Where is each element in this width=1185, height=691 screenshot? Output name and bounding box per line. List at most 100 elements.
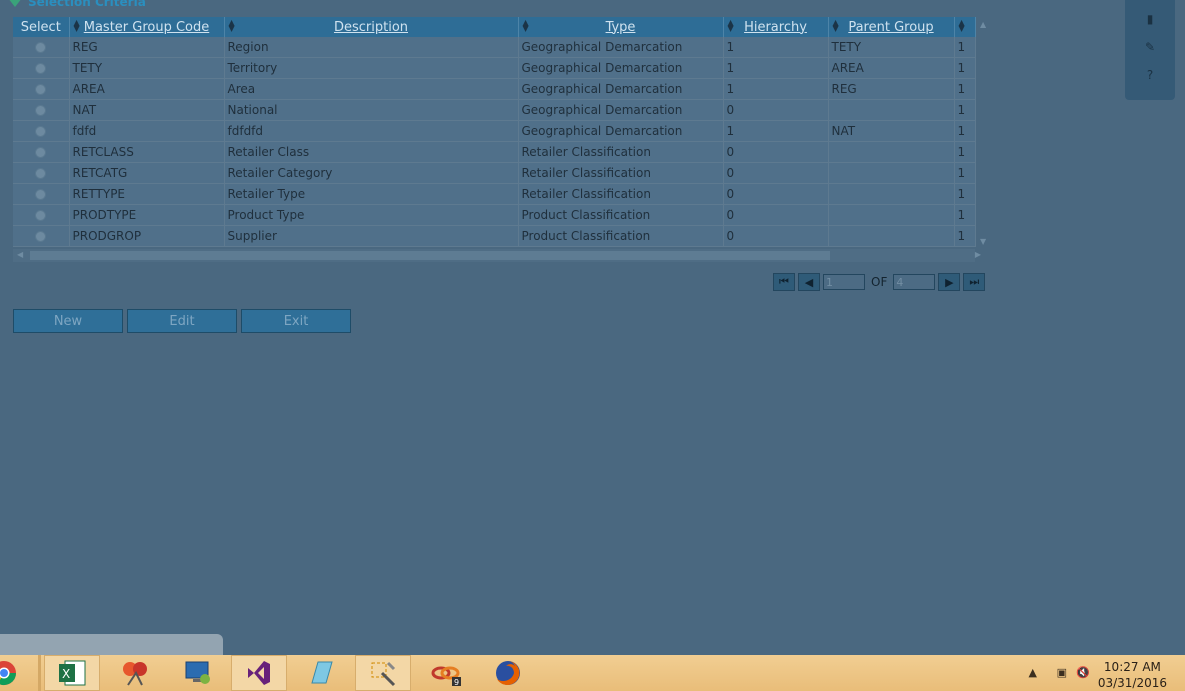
table-row[interactable]: TETY Territory Geographical Demarcation 1 AR… bbox=[13, 57, 976, 79]
row-radio-button[interactable] bbox=[35, 189, 47, 200]
paint-tool-icon[interactable] bbox=[355, 655, 411, 691]
taskbar-separator bbox=[38, 655, 41, 691]
sort-icon[interactable]: ▲ ▼ bbox=[229, 19, 235, 33]
sort-icon[interactable]: ▲ ▼ bbox=[833, 19, 839, 33]
sort-icon[interactable]: ▲ ▼ bbox=[959, 19, 965, 33]
column-header-type[interactable]: ▲ ▼ Type bbox=[518, 17, 724, 37]
cell-description: Territory bbox=[224, 57, 519, 79]
table-row[interactable]: RETCLASS Retailer Class Retailer Classific… bbox=[13, 141, 976, 163]
next-page-icon: ▶ bbox=[945, 275, 954, 289]
volume-muted-icon[interactable]: 🔇 bbox=[1076, 666, 1090, 679]
bookmark-icon[interactable]: ▮ bbox=[1144, 12, 1156, 26]
row-radio-button[interactable] bbox=[35, 63, 47, 74]
sort-icon[interactable]: ▲ ▼ bbox=[523, 19, 529, 33]
column-header-extra[interactable]: ▲ ▼ bbox=[954, 17, 976, 37]
scroll-down-icon[interactable]: ▼ bbox=[980, 237, 986, 246]
select-cell[interactable] bbox=[13, 57, 70, 79]
tray-expand-icon[interactable]: ▲ bbox=[1029, 666, 1037, 679]
exit-button[interactable]: Exit bbox=[241, 309, 351, 333]
table-row[interactable]: REG Region Geographical Demarcation 1 TETY 1 bbox=[13, 37, 976, 58]
cell-extra: 1 bbox=[954, 120, 976, 142]
page-input[interactable] bbox=[823, 274, 865, 290]
taskbar: X 9 ▲ ▣ 🔇 10:27 AM 03/31/2016 bbox=[0, 655, 1185, 691]
cell-parent-group bbox=[828, 225, 955, 247]
chrome-icon[interactable] bbox=[0, 655, 24, 691]
remote-desktop-icon[interactable] bbox=[170, 655, 226, 691]
next-page-button[interactable]: ▶ bbox=[938, 273, 961, 291]
row-radio-button[interactable] bbox=[35, 126, 47, 137]
cell-code: RETCLASS bbox=[69, 141, 225, 163]
new-button[interactable]: New bbox=[13, 309, 123, 333]
table-row[interactable]: fdfd fdfdfd Geographical Demarcation 1 NAT 1 bbox=[13, 120, 976, 142]
scrollbar-thumb[interactable] bbox=[30, 251, 830, 260]
table-row[interactable]: NAT National Geographical Demarcation 0 1 bbox=[13, 99, 976, 121]
row-radio-button[interactable] bbox=[35, 210, 47, 221]
row-radio-button[interactable] bbox=[35, 84, 47, 95]
select-cell[interactable] bbox=[13, 120, 70, 142]
table-row[interactable]: PRODTYPE Product Type Product Classificati… bbox=[13, 204, 976, 226]
cell-code: NAT bbox=[69, 99, 225, 121]
horizontal-scrollbar[interactable]: ◀ ▶ bbox=[13, 249, 981, 262]
table-row[interactable]: RETCATG Retailer Category Retailer Classif… bbox=[13, 162, 976, 184]
last-page-icon: ⏭ bbox=[969, 275, 980, 288]
help-icon[interactable]: ? bbox=[1144, 68, 1156, 82]
select-cell[interactable] bbox=[13, 78, 70, 100]
clock-date: 03/31/2016 bbox=[1097, 676, 1167, 690]
section-header[interactable]: Selection Criteria bbox=[8, 0, 146, 10]
master-group-grid: Select ▲ ▼ Master Group Code ▲ ▼ Description… bbox=[13, 17, 990, 263]
prev-page-button[interactable]: ◀ bbox=[798, 273, 820, 291]
section-title: Selection Criteria bbox=[28, 0, 146, 9]
sort-icon[interactable]: ▲ ▼ bbox=[74, 19, 80, 33]
cell-hierarchy: 0 bbox=[723, 204, 829, 226]
row-radio-button[interactable] bbox=[35, 147, 47, 158]
notepad-icon[interactable] bbox=[293, 655, 349, 691]
select-cell[interactable] bbox=[13, 183, 70, 205]
scroll-right-icon[interactable]: ▶ bbox=[975, 250, 981, 259]
edit-button[interactable]: Edit bbox=[127, 309, 237, 333]
scroll-left-icon[interactable]: ◀ bbox=[17, 250, 23, 259]
bottom-tab-strip[interactable] bbox=[0, 634, 223, 656]
firefox-icon[interactable] bbox=[480, 655, 536, 691]
cell-code: RETTYPE bbox=[69, 183, 225, 205]
visual-studio-icon[interactable] bbox=[231, 655, 287, 691]
row-radio-button[interactable] bbox=[35, 105, 47, 116]
row-radio-button[interactable] bbox=[35, 231, 47, 242]
cell-hierarchy: 1 bbox=[723, 78, 829, 100]
select-cell[interactable] bbox=[13, 141, 70, 163]
table-row[interactable]: PRODGROP Supplier Product Classification 0 1 bbox=[13, 225, 976, 247]
network-tool-icon[interactable]: 9 bbox=[418, 655, 474, 691]
cell-code: RETCATG bbox=[69, 162, 225, 184]
edit-note-icon[interactable]: ✎ bbox=[1144, 40, 1156, 54]
network-icon[interactable]: ▣ bbox=[1057, 666, 1067, 679]
scroll-up-icon[interactable]: ▲ bbox=[980, 20, 986, 29]
select-cell[interactable] bbox=[13, 162, 70, 184]
cell-type: Product Classification bbox=[518, 225, 724, 247]
select-cell[interactable] bbox=[13, 99, 70, 121]
column-header-description[interactable]: ▲ ▼ Description bbox=[224, 17, 519, 37]
table-row[interactable]: AREA Area Geographical Demarcation 1 REG 1 bbox=[13, 78, 976, 100]
cell-hierarchy: 0 bbox=[723, 183, 829, 205]
select-cell[interactable] bbox=[13, 225, 70, 247]
cell-extra: 1 bbox=[954, 99, 976, 121]
vertical-scrollbar[interactable]: ▲ ▼ bbox=[977, 17, 990, 246]
cell-hierarchy: 0 bbox=[723, 162, 829, 184]
select-cell[interactable] bbox=[13, 204, 70, 226]
cell-hierarchy: 1 bbox=[723, 37, 829, 58]
clock[interactable]: 10:27 AM 03/31/2016 bbox=[1098, 659, 1167, 691]
excel-icon[interactable]: X bbox=[44, 655, 100, 691]
action-buttons: New Edit Exit bbox=[13, 309, 351, 333]
table-row[interactable]: RETTYPE Retailer Type Retailer Classificat… bbox=[13, 183, 976, 205]
cell-parent-group bbox=[828, 141, 955, 163]
row-radio-button[interactable] bbox=[35, 168, 47, 179]
column-header-master-group-code[interactable]: ▲ ▼ Master Group Code bbox=[69, 17, 225, 37]
snipping-icon[interactable] bbox=[107, 655, 163, 691]
column-header-parent-group[interactable]: ▲ ▼ Parent Group bbox=[828, 17, 955, 37]
first-page-button[interactable]: ⏮ bbox=[773, 273, 795, 291]
last-page-button[interactable]: ⏭ bbox=[963, 273, 986, 291]
collapse-triangle-icon[interactable] bbox=[8, 0, 22, 7]
cell-hierarchy: 0 bbox=[723, 141, 829, 163]
row-radio-button[interactable] bbox=[35, 42, 47, 53]
select-cell[interactable] bbox=[13, 37, 70, 58]
sort-icon[interactable]: ▲ ▼ bbox=[728, 19, 734, 33]
column-header-hierarchy[interactable]: ▲ ▼ Hierarchy bbox=[723, 17, 829, 37]
